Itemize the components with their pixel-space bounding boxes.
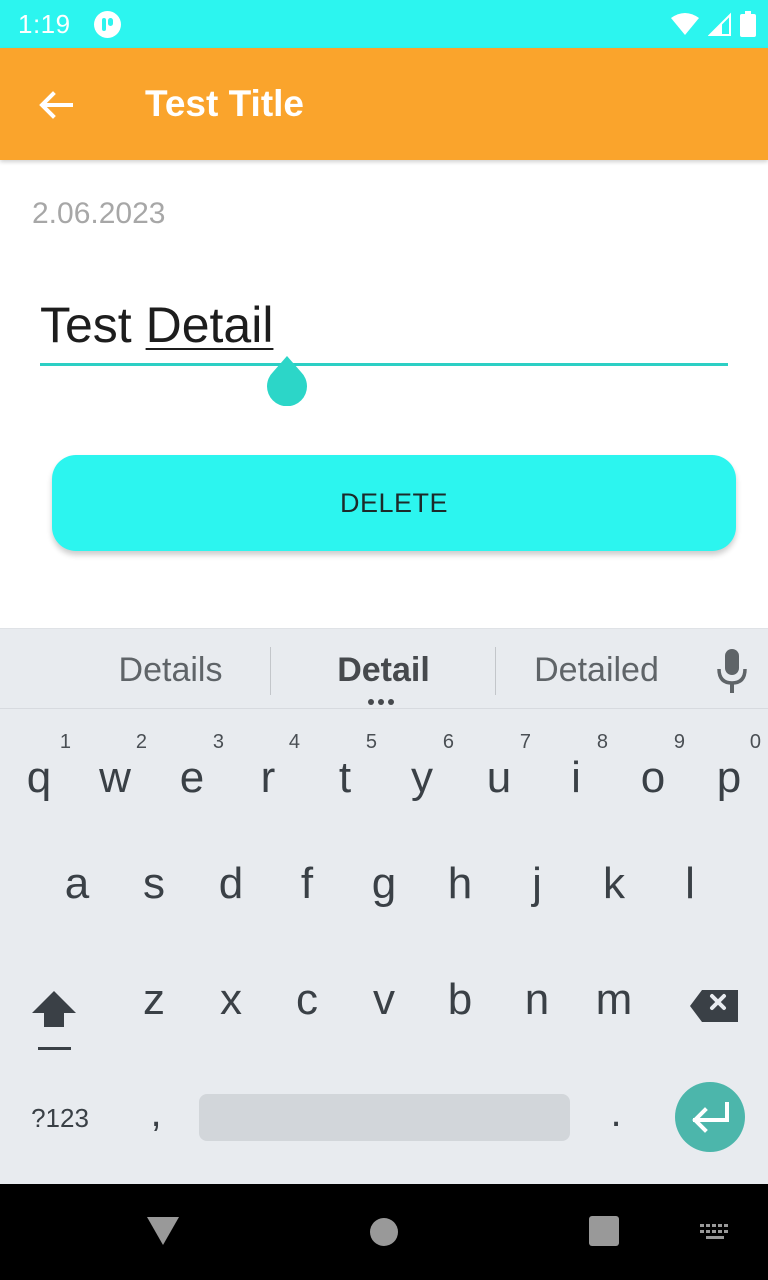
suggestion-item-primary[interactable]: Detail (271, 651, 496, 690)
screen: 1:19 Test Title 2.06.2023 Test Detail DE… (0, 0, 768, 1280)
detail-input-value[interactable]: Test Detail (40, 296, 273, 354)
microphone-icon (717, 649, 747, 693)
battery-icon (740, 11, 756, 37)
key-c[interactable]: c (269, 951, 345, 1051)
key-b[interactable]: b (422, 951, 498, 1051)
enter-key[interactable] (675, 1082, 745, 1152)
text-cursor-handle[interactable] (267, 356, 307, 406)
soft-keyboard: Details Detail Detailed 1q 2w 3e 4r 5t 6… (0, 628, 768, 1184)
enter-arrow-icon (692, 1102, 729, 1133)
key-l[interactable]: l (652, 835, 728, 935)
key-a[interactable]: a (39, 835, 115, 935)
arrow-back-icon (39, 91, 73, 119)
wifi-icon (671, 13, 699, 35)
key-q[interactable]: 1q (1, 719, 77, 819)
keyboard-switch-icon[interactable] (698, 1222, 732, 1244)
backspace-icon (690, 990, 738, 1022)
key-u[interactable]: 7u (461, 719, 537, 819)
back-button[interactable] (24, 80, 88, 128)
key-v[interactable]: v (346, 951, 422, 1051)
backspace-key[interactable] (682, 974, 746, 1038)
notification-app-icon (94, 11, 121, 38)
back-triangle-icon[interactable] (146, 1216, 180, 1246)
status-time: 1:19 (18, 9, 71, 39)
date-label: 2.06.2023 (32, 197, 166, 230)
key-x[interactable]: x (193, 951, 269, 1051)
key-h[interactable]: h (422, 835, 498, 935)
status-bar: 1:19 (0, 0, 768, 48)
key-m[interactable]: m (576, 951, 652, 1051)
page-title: Test Title (145, 83, 305, 124)
suggestion-item[interactable]: Detailed (484, 651, 709, 690)
key-t[interactable]: 5t (307, 719, 383, 819)
recents-square-icon[interactable] (589, 1216, 619, 1246)
key-f[interactable]: f (269, 835, 345, 935)
home-circle-icon[interactable] (369, 1217, 399, 1247)
key-s[interactable]: s (116, 835, 192, 935)
key-d[interactable]: d (193, 835, 269, 935)
key-e[interactable]: 3e (154, 719, 230, 819)
comma-key[interactable]: , (138, 1091, 174, 1151)
key-y[interactable]: 6y (384, 719, 460, 819)
key-o[interactable]: 9o (615, 719, 691, 819)
key-r[interactable]: 4r (230, 719, 306, 819)
key-z[interactable]: z (116, 951, 192, 1051)
cellular-signal-icon (708, 12, 731, 36)
suggestion-item[interactable]: Details (58, 651, 283, 690)
app-bar: Test Title (0, 48, 768, 160)
shift-key[interactable] (20, 969, 88, 1059)
detail-input-text: Test (40, 297, 146, 353)
key-n[interactable]: n (499, 951, 575, 1051)
delete-button[interactable]: DELETE (52, 455, 736, 551)
period-key[interactable]: . (598, 1091, 634, 1151)
detail-input-composing-text: Detail (145, 297, 274, 353)
more-suggestions-icon[interactable] (368, 699, 394, 705)
voice-input-button[interactable] (710, 647, 754, 695)
symbols-key[interactable]: ?123 (18, 1103, 102, 1143)
key-p[interactable]: 0p (691, 719, 767, 819)
shift-arrow-icon (32, 991, 76, 1050)
key-i[interactable]: 8i (538, 719, 614, 819)
status-icons (670, 11, 756, 37)
key-w[interactable]: 2w (77, 719, 153, 819)
detail-input[interactable]: Test Detail (40, 288, 728, 366)
suggestion-strip: Details Detail Detailed (0, 629, 768, 709)
key-j[interactable]: j (499, 835, 575, 935)
space-bar[interactable] (199, 1094, 570, 1141)
key-k[interactable]: k (576, 835, 652, 935)
key-g[interactable]: g (346, 835, 422, 935)
